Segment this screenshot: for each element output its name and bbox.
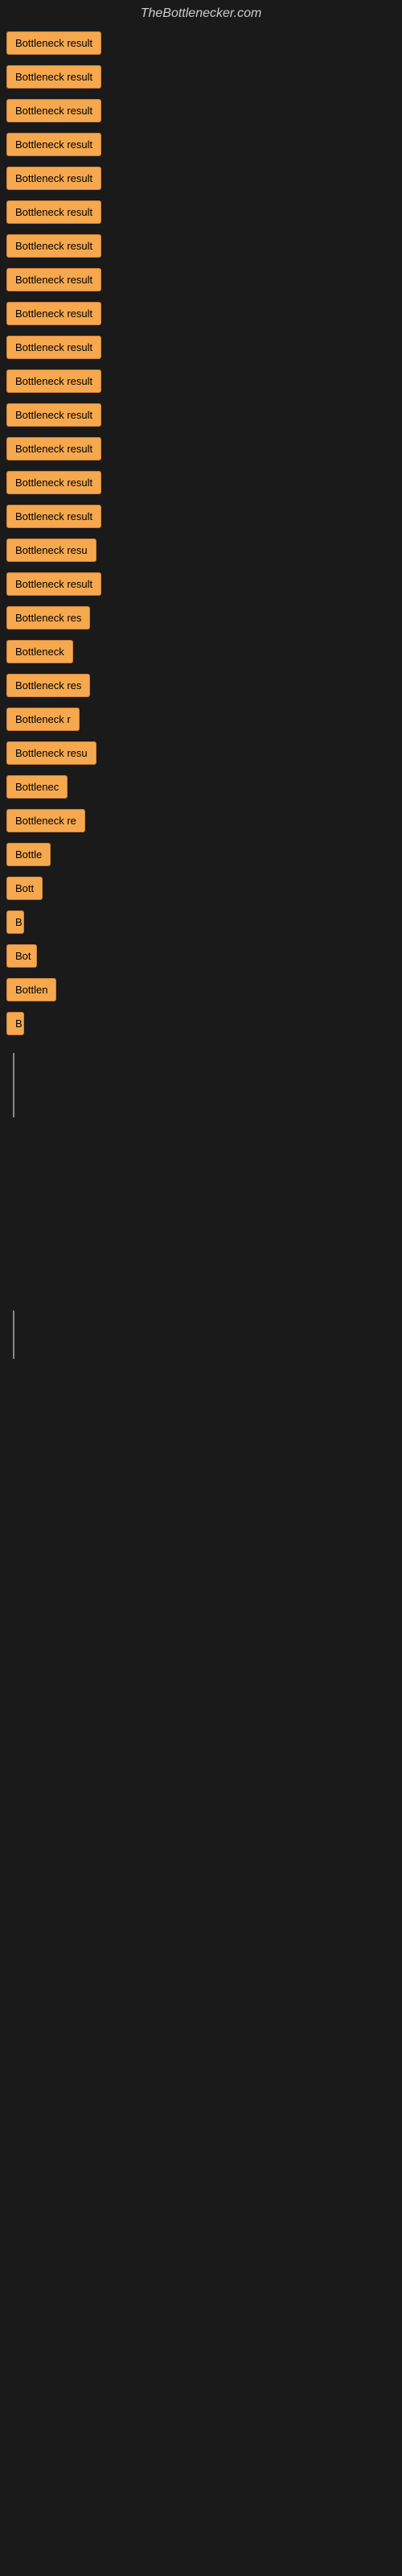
vertical-line-1 — [13, 1053, 14, 1117]
list-item: Bottleneck result — [0, 501, 402, 531]
list-item: Bottleneck result — [0, 467, 402, 497]
bottleneck-result-badge: Bottlenec — [6, 775, 68, 799]
bottleneck-result-badge: Bottleneck result — [6, 65, 101, 89]
bottleneck-result-badge: Bottleneck res — [6, 674, 90, 697]
bottleneck-result-badge: Bottleneck result — [6, 31, 101, 55]
bottleneck-result-badge: Bottleneck resu — [6, 741, 96, 765]
bottleneck-result-badge: Bottleneck result — [6, 133, 101, 156]
bottleneck-result-badge: Bot — [6, 944, 37, 968]
list-item: Bottleneck result — [0, 298, 402, 328]
bottleneck-result-badge: Bottleneck result — [6, 234, 101, 258]
bottleneck-result-badge: Bottle — [6, 843, 51, 866]
list-item: Bottleneck resu — [0, 737, 402, 768]
bottleneck-result-badge: Bottleneck result — [6, 336, 101, 359]
bottleneck-result-badge: Bottleneck result — [6, 369, 101, 393]
list-item: B — [0, 906, 402, 937]
bottleneck-result-badge: Bottleneck result — [6, 268, 101, 291]
bottleneck-result-badge: Bottleneck r — [6, 708, 80, 731]
bottleneck-result-badge: Bottleneck result — [6, 505, 101, 528]
bottleneck-result-badge: B — [6, 1012, 24, 1035]
list-item: Bottleneck — [0, 636, 402, 667]
list-item: Bottleneck result — [0, 332, 402, 362]
list-item: Bottlen — [0, 974, 402, 1005]
list-item: Bott — [0, 873, 402, 903]
list-item: Bottleneck result — [0, 61, 402, 92]
bottleneck-result-badge: Bottleneck result — [6, 302, 101, 325]
bottleneck-result-badge: Bottleneck result — [6, 200, 101, 224]
bottleneck-result-badge: Bottleneck — [6, 640, 73, 663]
list-item: Bottleneck result — [0, 365, 402, 396]
list-item: Bottleneck result — [0, 163, 402, 193]
list-item: Bottlenec — [0, 771, 402, 802]
list-item: Bottleneck re — [0, 805, 402, 836]
list-item: Bottle — [0, 839, 402, 869]
site-title: TheBottlenecker.com — [0, 0, 402, 27]
bottleneck-result-badge: Bott — [6, 877, 43, 900]
list-item: Bottleneck result — [0, 196, 402, 227]
bottleneck-result-badge: Bottleneck result — [6, 403, 101, 427]
list-item: Bottleneck res — [0, 602, 402, 633]
list-item: Bottleneck result — [0, 129, 402, 159]
bottleneck-result-badge: B — [6, 910, 24, 934]
list-item: Bottleneck r — [0, 704, 402, 734]
list-item: Bottleneck result — [0, 568, 402, 599]
bottleneck-result-badge: Bottleneck result — [6, 167, 101, 190]
list-item: B — [0, 1008, 402, 1038]
bottleneck-result-badge: Bottleneck result — [6, 572, 101, 596]
list-item: Bottleneck result — [0, 95, 402, 126]
bottleneck-result-badge: Bottleneck re — [6, 809, 85, 832]
bottleneck-result-badge: Bottleneck result — [6, 437, 101, 460]
list-item: Bottleneck res — [0, 670, 402, 700]
vertical-line-2 — [13, 1311, 14, 1359]
bottleneck-result-badge: Bottleneck result — [6, 99, 101, 122]
list-item: Bottleneck result — [0, 264, 402, 295]
bottleneck-result-badge: Bottlen — [6, 978, 56, 1001]
list-item: Bottleneck result — [0, 27, 402, 58]
list-item: Bottleneck result — [0, 230, 402, 261]
bottleneck-result-badge: Bottleneck resu — [6, 539, 96, 562]
list-item: Bot — [0, 940, 402, 971]
list-item: Bottleneck resu — [0, 535, 402, 565]
list-item: Bottleneck result — [0, 399, 402, 430]
bottleneck-result-badge: Bottleneck result — [6, 471, 101, 494]
list-item: Bottleneck result — [0, 433, 402, 464]
bottleneck-result-badge: Bottleneck res — [6, 606, 90, 630]
